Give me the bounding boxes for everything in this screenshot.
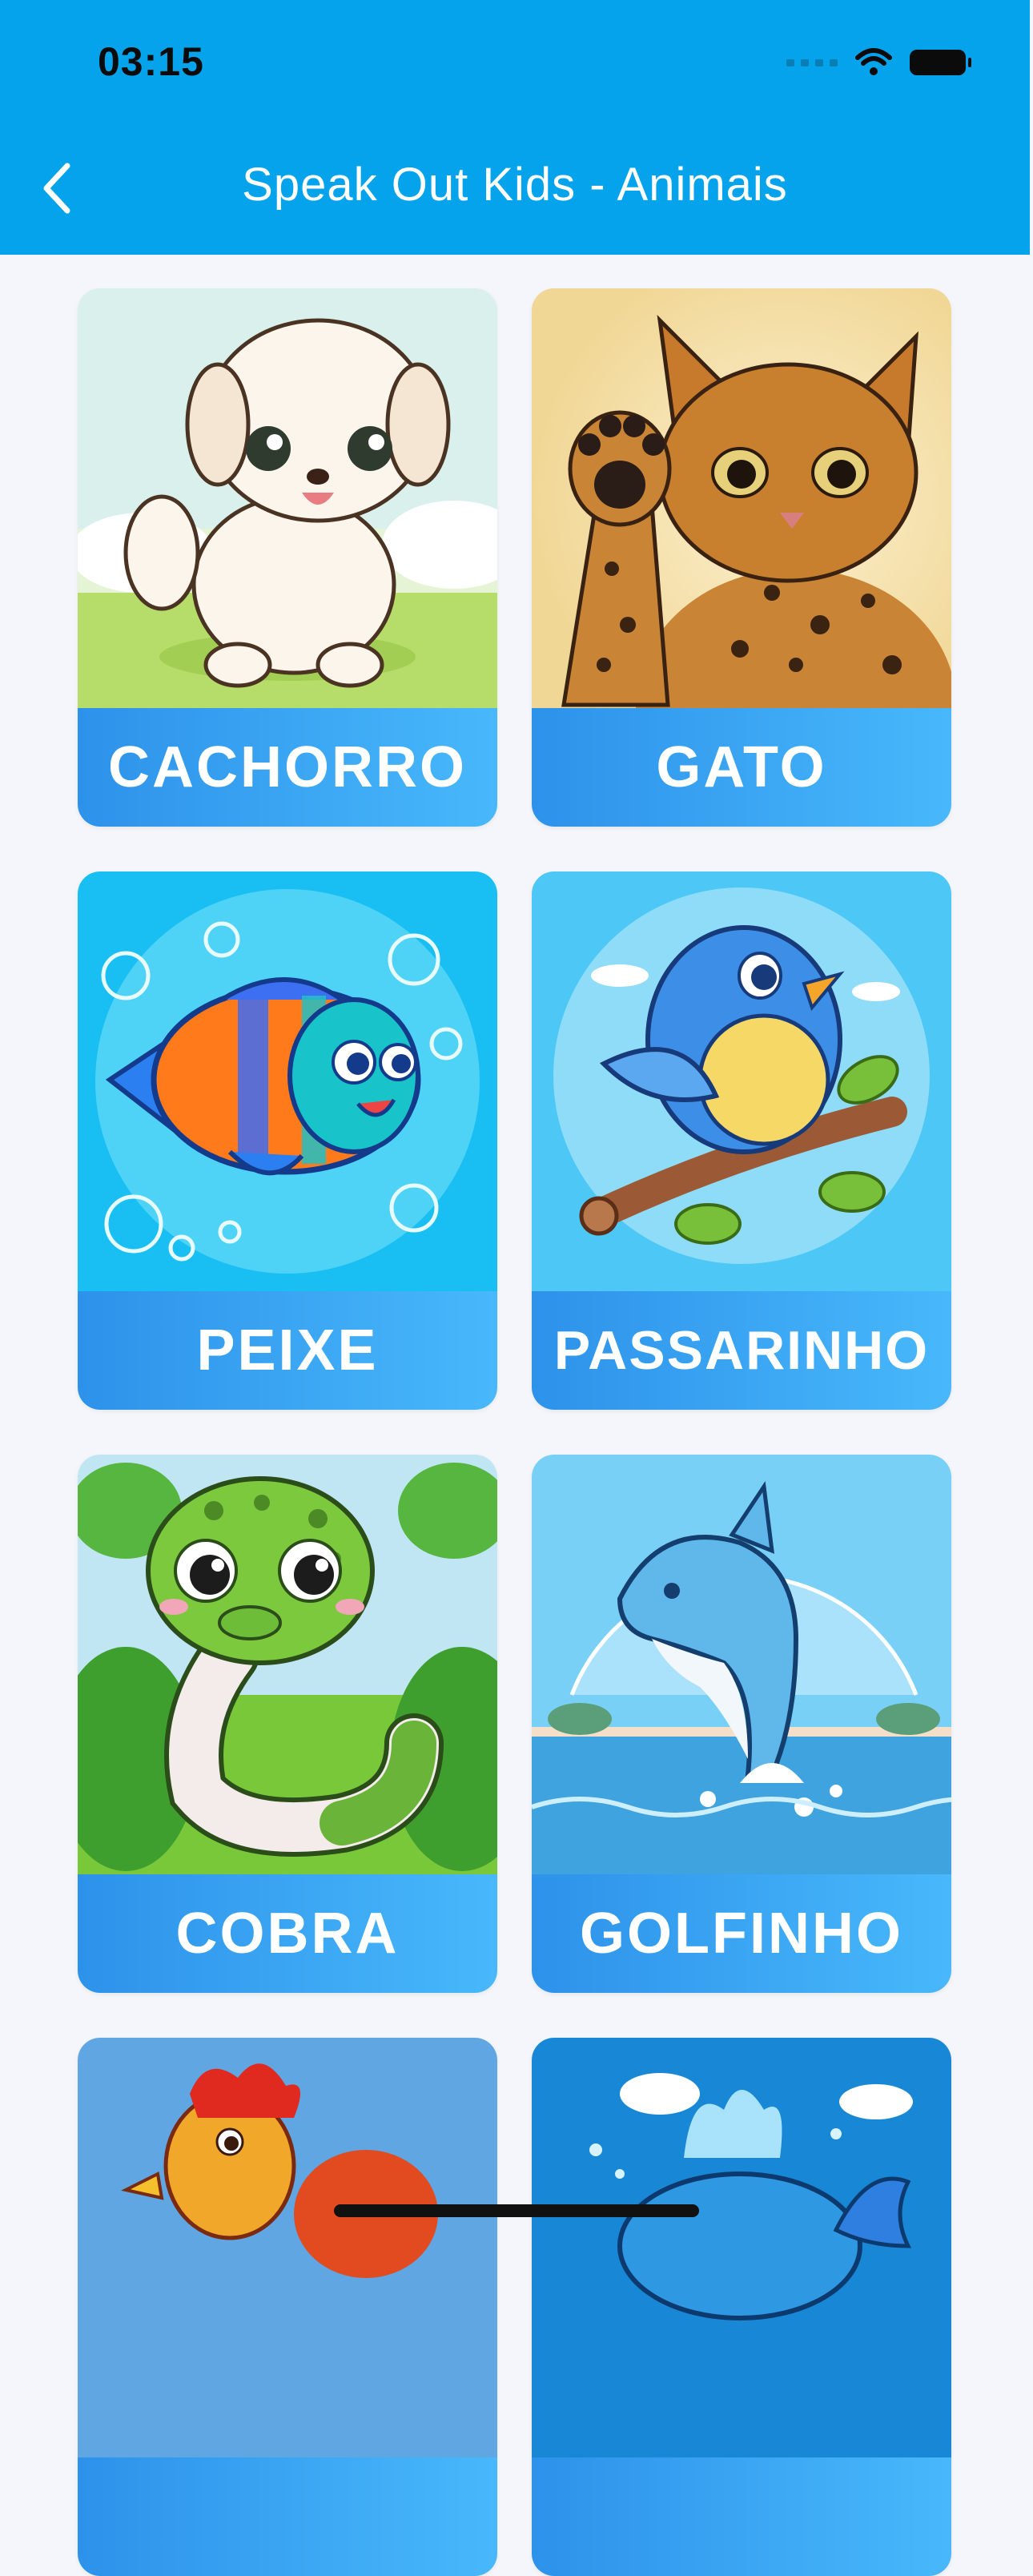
animal-card-rooster[interactable]: [78, 2038, 497, 2576]
status-time: 03:15: [98, 39, 204, 84]
animal-card-passarinho[interactable]: PASSARINHO: [532, 871, 951, 1410]
animal-card-peixe[interactable]: PEIXE: [78, 871, 497, 1410]
animal-card-cobra[interactable]: COBRA: [78, 1455, 497, 1993]
animal-label: GOLFINHO: [532, 1874, 951, 1993]
snake-illustration: [78, 1455, 497, 1874]
animal-card-cachorro[interactable]: CACHORRO: [78, 288, 497, 827]
animal-label: COBRA: [78, 1874, 497, 1993]
page-title: Speak Out Kids - Animais: [242, 159, 788, 211]
battery-icon: [910, 50, 971, 75]
dolphin-illustration: [532, 1455, 951, 1874]
animal-card-gato[interactable]: GATO: [532, 288, 951, 827]
whale-illustration: [532, 2038, 951, 2457]
animal-label: [78, 2457, 497, 2576]
rooster-illustration: [78, 2038, 497, 2457]
cat-illustration: [532, 288, 951, 708]
animal-card-whale[interactable]: [532, 2038, 951, 2576]
cellular-signal-icon: [786, 58, 838, 66]
bird-illustration: [532, 871, 951, 1291]
animal-label: PASSARINHO: [532, 1291, 951, 1410]
home-indicator[interactable]: [334, 2204, 699, 2217]
animal-label: PEIXE: [78, 1291, 497, 1410]
animal-label: CACHORRO: [78, 708, 497, 827]
animal-grid: CACHORRO GATO PEIXE PASSARINHO COBRA GOL…: [78, 288, 951, 2576]
wifi-icon: [855, 48, 892, 75]
status-icons: [786, 46, 971, 78]
app-bar: 03:15 Speak Out Kids - Animais: [0, 0, 1030, 255]
fish-illustration: [78, 871, 497, 1291]
animal-label: [532, 2457, 951, 2576]
animal-label: GATO: [532, 708, 951, 827]
dog-illustration: [78, 288, 497, 708]
animal-card-golfinho[interactable]: GOLFINHO: [532, 1455, 951, 1993]
